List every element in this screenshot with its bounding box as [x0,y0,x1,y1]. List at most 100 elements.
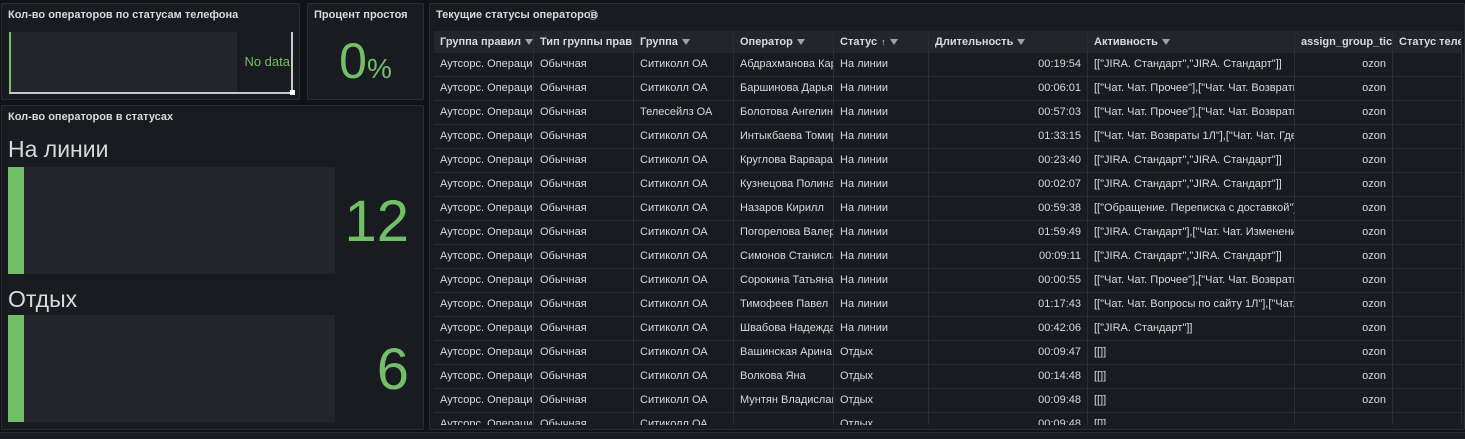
table-cell: Ситиколл ОА [634,293,734,316]
filter-icon[interactable] [1161,39,1170,46]
table-row[interactable]: Аутсорс. ОперационОбычнаяСитиколл ОААбдр… [434,53,1462,77]
filter-icon[interactable] [681,39,690,46]
table-cell [1393,53,1462,76]
table-cell: ozon [1295,101,1393,124]
table-cell: 00:14:48 [929,365,1088,388]
table-cell: Интыкбаева Томирис [734,125,834,148]
column-header[interactable]: Длительность [929,31,1088,53]
column-header[interactable]: Группа [634,31,734,53]
column-header[interactable]: Активность [1088,31,1295,53]
table-cell: Аутсорс. Операцион [434,221,534,244]
table-row[interactable]: Аутсорс. ОперационОбычнаяСитиколл ОА Отды… [434,413,1462,425]
column-header-label: Тип группы прав [540,36,633,48]
table-cell: Аутсорс. Операцион [434,149,534,172]
column-header[interactable]: Оператор [734,31,834,53]
column-header-label: assign_group_ticl [1301,36,1393,48]
table-cell: Абдрахманова Карин [734,53,834,76]
column-header-label: Статус [840,36,878,48]
table-row[interactable]: Аутсорс. ОперационОбычнаяСитиколл ОАВаши… [434,341,1462,365]
table-cell: ozon [1295,389,1393,412]
table-cell: На линии [834,149,929,172]
table-cell: Обычная [534,413,634,425]
table-cell: На линии [834,317,929,340]
table-row[interactable]: Аутсорс. ОперационОбычнаяСитиколл ОАВолк… [434,365,1462,389]
status-label-online: На линии [8,136,109,162]
resize-handle[interactable] [290,90,295,95]
filter-icon[interactable] [524,39,533,46]
table-row[interactable]: Аутсорс. ОперационОбычнаяСитиколл ОАПого… [434,221,1462,245]
x-axis-line [9,92,291,94]
panel-title: Процент простоя [314,9,408,21]
table-cell: 00:02:07 [929,173,1088,196]
table-row[interactable]: Аутсорс. ОперационОбычнаяСитиколл ОАБарш… [434,77,1462,101]
table-cell: Обычная [534,197,634,220]
table-cell: Аутсорс. Операцион [434,77,534,100]
table-cell: Ситиколл ОА [634,245,734,268]
table-cell: [["Чат. Чат. Вопросы по сайту 1Л"],["Чат… [1088,293,1295,316]
table-cell: Ситиколл ОА [634,173,734,196]
table-row[interactable]: Аутсорс. ОперационОбычнаяСитиколл ОАКузн… [434,173,1462,197]
table-cell: Обычная [534,317,634,340]
table-cell: [["Чат. Чат. Прочее"],["Чат. Чат. Возвра… [1088,77,1295,100]
table-cell: [["Обращение. Переписка с доставкой"],["… [1088,197,1295,220]
table-cell: [["Чат. Чат. Возвраты 1Л"],["Чат. Чат. Г… [1088,125,1295,148]
table-cell: ozon [1295,341,1393,364]
table-cell: 01:33:15 [929,125,1088,148]
table-cell: Ситиколл ОА [634,317,734,340]
filter-icon[interactable] [796,39,805,46]
table-cell: Мунтян Владислав [734,389,834,412]
table-cell: Тимофеев Павел [734,293,834,316]
table-cell: Аутсорс. Операцион [434,173,534,196]
table-cell: ozon [1295,293,1393,316]
sort-asc-icon[interactable]: ↑ [881,31,886,53]
column-header[interactable]: assign_group_ticl [1295,31,1393,53]
filter-icon[interactable] [889,39,898,46]
table-cell: 01:59:49 [929,221,1088,244]
table-row[interactable]: Аутсорс. ОперационОбычнаяСитиколл ОАТимо… [434,293,1462,317]
table-row[interactable]: Аутсорс. ОперационОбычнаяСитиколл ОАНаза… [434,197,1462,221]
filter-icon[interactable] [1017,39,1026,46]
table-body: Аутсорс. ОперационОбычнаяСитиколл ОААбдр… [434,53,1462,425]
table-cell: ozon [1295,53,1393,76]
table-cell: Круглова Варвара [734,149,834,172]
table-row[interactable]: Аутсорс. ОперационОбычнаяСитиколл ОАСоро… [434,269,1462,293]
table-row[interactable]: Аутсорс. ОперационОбычнаяТелесейлз ОАБол… [434,101,1462,125]
table-row[interactable]: Аутсорс. ОперационОбычнаяСитиколл ОАСимо… [434,245,1462,269]
table-row[interactable]: Аутсорс. ОперационОбычнаяСитиколл ОАИнты… [434,125,1462,149]
table-cell: На линии [834,197,929,220]
table-cell: Обычная [534,173,634,196]
table-cell: [[]] [1088,413,1295,425]
table-cell: [["JIRA. Стандарт","JIRA. Стандарт"]] [1088,53,1295,76]
table-cell [1393,221,1462,244]
table-cell: Обычная [534,77,634,100]
table-cell: Обычная [534,221,634,244]
table-cell: Аутсорс. Операцион [434,197,534,220]
table-cell: 00:57:03 [929,101,1088,124]
table-cell: На линии [834,53,929,76]
table-cell: 00:59:38 [929,197,1088,220]
column-header[interactable]: Статус ↑ [834,31,929,53]
column-header[interactable]: Статус теле [1393,31,1462,53]
table-cell: Аутсорс. Операцион [434,269,534,292]
table-cell: Телесейлз ОА [634,101,734,124]
table-cell: Обычная [534,101,634,124]
table-cell: Ситиколл ОА [634,341,734,364]
table-cell: Отдых [834,341,929,364]
table-row[interactable]: Аутсорс. ОперационОбычнаяСитиколл ОАКруг… [434,149,1462,173]
table-row[interactable]: Аутсорс. ОперационОбычнаяСитиколл ОАМунт… [434,389,1462,413]
info-icon[interactable]: i [588,10,598,20]
table-cell: Ситиколл ОА [634,149,734,172]
chart-area [9,32,237,92]
table-row[interactable]: Аутсорс. ОперационОбычнаяСитиколл ОАШваб… [434,317,1462,341]
table-cell: 00:09:48 [929,413,1088,425]
table-cell: 00:06:01 [929,77,1088,100]
status-counts-panel: Кол-во операторов в статусах На линии 12… [1,105,424,430]
column-header[interactable]: Тип группы прав [534,31,634,53]
column-header[interactable]: Группа правил [434,31,534,53]
status-bar-online [8,167,335,274]
bar-fill [8,167,24,274]
table-cell: Ситиколл ОА [634,413,734,425]
table-cell: ozon [1295,365,1393,388]
table-cell: ozon [1295,149,1393,172]
table-cell [1393,413,1462,425]
